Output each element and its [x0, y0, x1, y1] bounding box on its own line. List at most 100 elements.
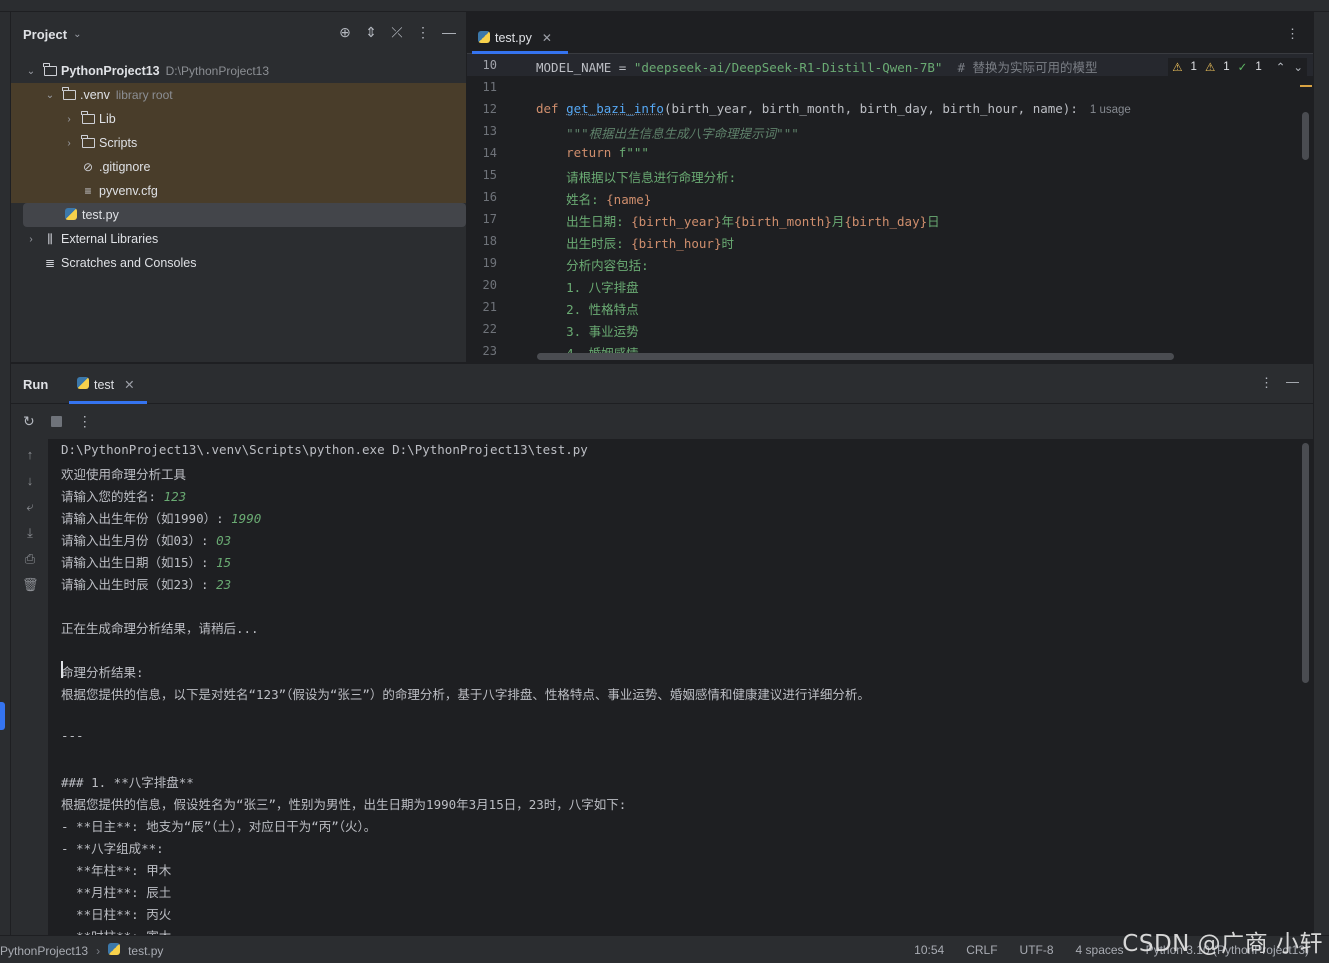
- expand-all-icon[interactable]: ⇕: [364, 24, 378, 41]
- breadcrumb-file[interactable]: test.py: [128, 944, 163, 958]
- code-line-15: 请根据以下信息进行命理分析:: [536, 170, 737, 185]
- code-line-22: 3. 事业运势: [536, 324, 639, 339]
- rerun-icon[interactable]: ↻: [23, 413, 35, 430]
- code-line-21: 2. 性格特点: [536, 302, 639, 317]
- line-number: 17: [482, 212, 497, 226]
- project-panel-title[interactable]: Project: [23, 27, 67, 42]
- line-number: 11: [482, 80, 497, 94]
- active-tool-indicator[interactable]: [0, 702, 5, 730]
- title-bar: [0, 0, 1329, 12]
- tree-item-scripts[interactable]: › Scripts: [11, 131, 466, 155]
- chevron-right-icon[interactable]: ›: [25, 234, 37, 245]
- code-token: {name}: [606, 192, 652, 207]
- chevron-right-icon[interactable]: ›: [63, 138, 75, 149]
- more-options-icon[interactable]: ⋮: [416, 24, 430, 41]
- tab-test-py[interactable]: test.py ✕: [478, 22, 552, 54]
- chevron-down-icon[interactable]: ⌄: [73, 29, 81, 40]
- chevron-right-icon[interactable]: ›: [63, 114, 75, 125]
- arrow-down-icon[interactable]: ↓: [22, 473, 38, 488]
- line-number-gutter: 10 11 12 13 14 15 16 17 18 19 20 21 22 2…: [467, 54, 525, 362]
- tree-item-gitignore[interactable]: ⊘ .gitignore: [11, 155, 466, 179]
- caret-position[interactable]: 10:54: [914, 943, 944, 957]
- chevron-down-icon[interactable]: ⌄: [44, 90, 56, 101]
- scroll-to-end-icon[interactable]: ⤓: [22, 525, 38, 541]
- error-stripe-mark[interactable]: [1300, 85, 1312, 87]
- arrow-up-icon[interactable]: ↑: [22, 447, 38, 462]
- tree-item-label: Scripts: [99, 136, 138, 150]
- code-comment: # 替换为实际可用的模型: [942, 60, 1098, 75]
- console-line: 欢迎使用命理分析工具: [61, 467, 187, 482]
- more-options-icon[interactable]: ⋮: [1286, 26, 1299, 42]
- indent-setting[interactable]: 4 spaces: [1076, 943, 1124, 957]
- tree-item-lib[interactable]: › Lib: [11, 107, 466, 131]
- line-number: 18: [482, 234, 497, 248]
- run-panel-title[interactable]: Run: [23, 377, 48, 392]
- warning-icon: ⚠: [1172, 62, 1183, 74]
- run-toolbar: ↻ ⋮: [11, 404, 1313, 438]
- console-line: **年柱**: 甲木: [61, 863, 172, 878]
- code-token: 月: [831, 214, 845, 229]
- stop-icon[interactable]: [50, 415, 62, 427]
- tree-item-test-py[interactable]: test.py: [11, 203, 466, 227]
- inspection-widget[interactable]: ⚠ 1 ⚠ 1 ✓ 1 ⌃ ⌄: [1168, 58, 1307, 76]
- console-line: 正在生成命理分析结果，请稍后...: [61, 621, 259, 636]
- code-line-10: MODEL_NAME = "deepseek-ai/DeepSeek-R1-Di…: [536, 57, 1098, 76]
- line-number: 15: [482, 168, 497, 182]
- code-token: (birth_year, birth_month, birth_day, bir…: [663, 101, 1078, 116]
- line-number: 20: [482, 278, 497, 292]
- editor-vertical-scrollbar[interactable]: [1302, 112, 1309, 160]
- soft-wrap-icon[interactable]: ⤶: [22, 499, 38, 515]
- close-icon[interactable]: ✕: [124, 377, 134, 392]
- console-line: - **八字组成**:: [61, 841, 164, 856]
- prompt-label: 请输入出生日期（如15）:: [61, 555, 217, 570]
- file-encoding[interactable]: UTF-8: [1020, 943, 1054, 957]
- chevron-down-icon[interactable]: ⌄: [25, 66, 37, 77]
- tree-item-venv[interactable]: ⌄ .venv library root: [11, 83, 466, 107]
- print-icon[interactable]: ⎙: [22, 551, 38, 567]
- close-icon[interactable]: ✕: [542, 31, 552, 45]
- code-token: return: [536, 145, 619, 160]
- hide-panel-icon[interactable]: —: [442, 24, 456, 41]
- library-root-hint: library root: [115, 88, 173, 102]
- code-line-16: 姓名: {name}: [536, 189, 651, 208]
- collapse-all-icon[interactable]: ⤫: [390, 24, 404, 41]
- ignored-file-icon: ⊘: [82, 160, 94, 174]
- tree-item-label: PythonProject13: [61, 64, 160, 78]
- more-options-icon[interactable]: ⋮: [78, 413, 92, 430]
- run-tab-test[interactable]: test ✕: [77, 377, 135, 392]
- console-output[interactable]: D:\PythonProject13\.venv\Scripts\python.…: [49, 439, 1313, 936]
- trash-icon[interactable]: 🗑: [22, 577, 39, 593]
- console-line: ### 1. **八字排盘**: [61, 775, 194, 790]
- code-token: {birth_hour}: [631, 236, 722, 251]
- config-file-icon: ≡: [84, 184, 92, 198]
- run-panel: Run test ✕ ⋮ — ↻ ⋮ ↑ ↓ ⤶ ⤓ ⎙ 🗑 D:\Python…: [11, 363, 1313, 936]
- editor-horizontal-scrollbar[interactable]: [537, 353, 1174, 360]
- code-token: MODEL_NAME: [536, 60, 612, 75]
- code-line-13: """根据出生信息生成八字命理提示词""": [536, 126, 799, 141]
- tree-item-project-root[interactable]: ⌄ PythonProject13 D:\PythonProject13: [11, 59, 466, 83]
- project-panel: Project ⌄ ⊕ ⇕ ⤫ ⋮ — ⌄ PythonProject13 D:…: [11, 12, 466, 362]
- tree-item-label: pyvenv.cfg: [99, 184, 158, 198]
- console-vertical-scrollbar[interactable]: [1302, 443, 1309, 683]
- line-number: 19: [482, 256, 497, 270]
- chevron-up-icon[interactable]: ⌃: [1276, 60, 1286, 74]
- tree-item-external-libraries[interactable]: › ⫼ External Libraries: [11, 227, 466, 251]
- code-token: get_bazi_info: [566, 101, 664, 116]
- code-editor[interactable]: 10 11 12 13 14 15 16 17 18 19 20 21 22 2…: [467, 54, 1313, 362]
- code-line-19: 分析内容包括:: [536, 258, 649, 273]
- breadcrumb-project[interactable]: PythonProject13: [0, 944, 88, 958]
- locate-file-icon[interactable]: ⊕: [338, 24, 352, 41]
- tree-item-pyvenv-cfg[interactable]: ≡ pyvenv.cfg: [11, 179, 466, 203]
- more-options-icon[interactable]: ⋮: [1260, 375, 1273, 391]
- code-token: 日: [927, 214, 940, 229]
- editor-tab-bar: test.py ✕ ⋮: [467, 12, 1313, 54]
- minimize-icon[interactable]: —: [1286, 374, 1299, 389]
- usage-hint[interactable]: 1 usage: [1090, 104, 1131, 116]
- run-panel-header: Run test ✕ ⋮ —: [11, 364, 1313, 404]
- console-line: 请输入您的姓名: 123: [61, 486, 186, 505]
- tree-item-path: D:\PythonProject13: [165, 64, 270, 78]
- line-separator[interactable]: CRLF: [966, 943, 997, 957]
- tree-item-scratches[interactable]: ≣ Scratches and Consoles: [11, 251, 466, 275]
- chevron-down-icon[interactable]: ⌄: [1293, 60, 1303, 74]
- line-number: 16: [482, 190, 497, 204]
